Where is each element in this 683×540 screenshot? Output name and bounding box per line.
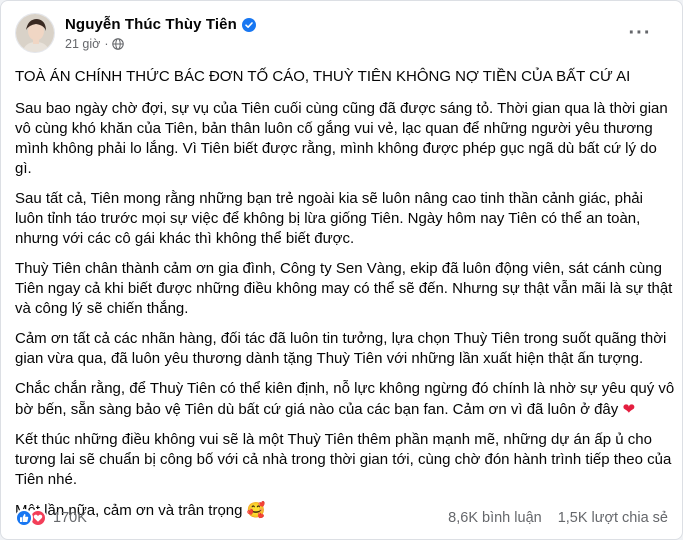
post-title: TOÀ ÁN CHÍNH THỨC BÁC ĐƠN TỐ CÁO, THUỲ T… (15, 68, 631, 85)
shares-count[interactable]: 1,5K lượt chia sẻ (558, 510, 668, 526)
separator-dot: · (104, 37, 109, 51)
like-reaction-icon (15, 509, 33, 527)
paragraph-6: Kết thúc những điều không vui sẽ là một … (15, 431, 672, 488)
comments-count[interactable]: 8,6K bình luận (448, 510, 542, 526)
post-header: Nguyễn Thúc Thùy Tiên 21 giờ · ··· (15, 13, 668, 57)
author-row: Nguyễn Thúc Thùy Tiên (65, 16, 256, 33)
reaction-count: 170K (53, 510, 87, 526)
paragraph-3: Thuỳ Tiên chân thành cảm ơn gia đình, Cô… (15, 260, 673, 317)
post-body: TOÀ ÁN CHÍNH THỨC BÁC ĐƠN TỐ CÁO, THUỲ T… (15, 67, 675, 531)
post-time[interactable]: 21 giờ (65, 37, 100, 51)
paragraph-4: Cảm ơn tất cả các nhãn hàng, đối tác đã … (15, 330, 667, 367)
paragraph-2: Sau tất cả, Tiên mong rằng những bạn trẻ… (15, 190, 643, 247)
post-stats: 170K 8,6K bình luận 1,5K lượt chia sẻ (15, 507, 668, 529)
more-options-icon[interactable]: ··· (622, 15, 658, 51)
author-name[interactable]: Nguyễn Thúc Thùy Tiên (65, 16, 237, 33)
paragraph-5-text: Chắc chắn rằng, để Thuỳ Tiên có thể kiên… (15, 380, 675, 418)
engagement-stats: 8,6K bình luận 1,5K lượt chia sẻ (448, 510, 668, 526)
avatar[interactable] (15, 13, 55, 53)
paragraph-5: Chắc chắn rằng, để Thuỳ Tiên có thể kiên… (15, 379, 675, 420)
post-card: Nguyễn Thúc Thùy Tiên 21 giờ · ··· TOÀ Á… (0, 0, 683, 540)
reactions-summary[interactable]: 170K (15, 509, 87, 527)
globe-icon (112, 38, 125, 50)
avatar-image (16, 14, 54, 52)
timestamp-row: 21 giờ · (65, 37, 256, 51)
post-meta: Nguyễn Thúc Thùy Tiên 21 giờ · (65, 13, 256, 51)
verified-badge-icon (241, 17, 256, 32)
paragraph-1: Sau bao ngày chờ đợi, sự vụ của Tiên cuố… (15, 100, 668, 177)
heart-emoji: ❤ (622, 400, 636, 418)
